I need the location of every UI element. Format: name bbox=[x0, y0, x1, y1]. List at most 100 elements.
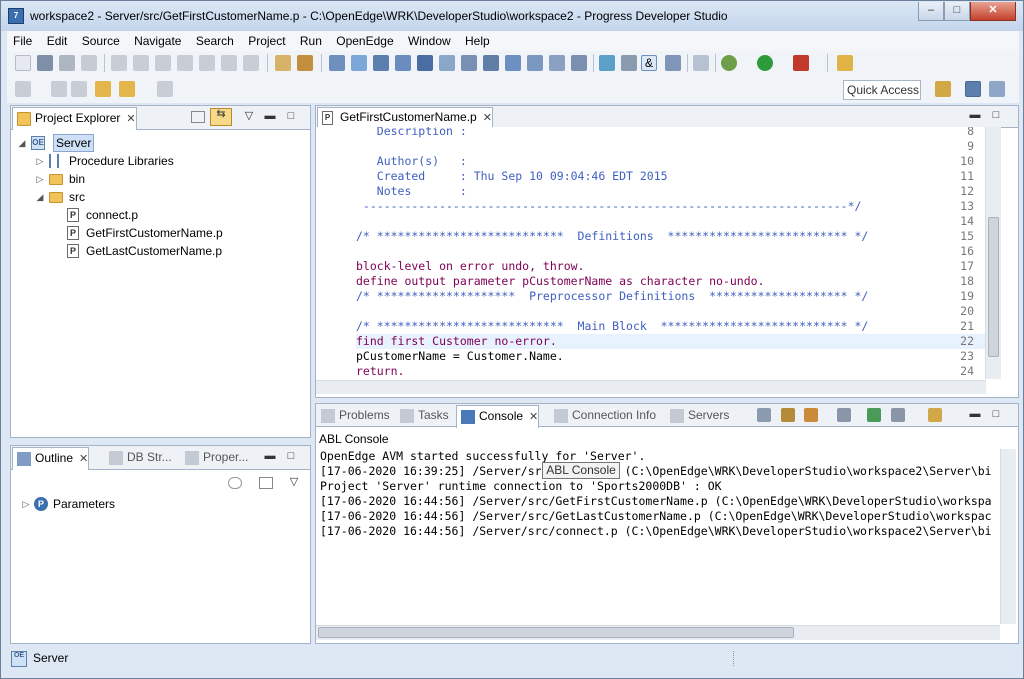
back-icon[interactable] bbox=[119, 81, 135, 97]
maximize-icon[interactable]: □ bbox=[989, 110, 1003, 122]
view-menu-icon[interactable]: ▽ bbox=[242, 111, 256, 123]
tab-outline[interactable]: Outline ✕ bbox=[12, 447, 90, 470]
menu-source[interactable]: Source bbox=[76, 31, 125, 48]
editor-vertical-scrollbar[interactable] bbox=[985, 127, 1001, 379]
menu-edit[interactable]: Edit bbox=[41, 31, 73, 48]
menu-search[interactable]: Search bbox=[190, 31, 239, 48]
maximize-icon[interactable]: □ bbox=[284, 451, 298, 463]
globe-icon[interactable] bbox=[549, 55, 565, 71]
expanded-icon[interactable]: ◢ bbox=[17, 134, 27, 152]
menu-run[interactable]: Run bbox=[294, 31, 327, 48]
console-vertical-scrollbar[interactable] bbox=[1000, 449, 1016, 624]
scrollbar-thumb[interactable] bbox=[988, 217, 999, 357]
minimize-icon[interactable]: ▬ bbox=[968, 110, 982, 122]
open-console-icon[interactable] bbox=[891, 408, 905, 422]
pin-console-icon[interactable] bbox=[837, 408, 851, 422]
menu-navigate[interactable]: Navigate bbox=[128, 31, 186, 48]
grid-icon[interactable] bbox=[329, 55, 345, 71]
debug-icon[interactable] bbox=[721, 55, 737, 71]
tree-node-procedure-libraries[interactable]: ▷ Procedure Libraries bbox=[35, 152, 195, 170]
pin-icon[interactable] bbox=[837, 55, 853, 71]
minimize-button[interactable]: – bbox=[918, 2, 944, 21]
print-icon[interactable] bbox=[81, 55, 97, 71]
view-menu-icon[interactable]: ▽ bbox=[287, 477, 301, 489]
external-tools-icon[interactable] bbox=[793, 55, 809, 71]
editor-horizontal-scrollbar[interactable] bbox=[316, 380, 986, 394]
code-editor[interactable]: 8 Description : 9 10 Author(s) : 11 Crea… bbox=[316, 127, 986, 379]
copy-icon[interactable] bbox=[665, 55, 681, 71]
cluster-icon[interactable] bbox=[571, 55, 587, 71]
collapse-all-icon[interactable] bbox=[191, 111, 205, 123]
tree-node-getfirstcustomername[interactable]: P GetFirstCustomerName.p bbox=[67, 224, 247, 242]
sql-icon[interactable] bbox=[439, 55, 455, 71]
tab-problems[interactable]: Problems bbox=[317, 405, 390, 428]
run-icon[interactable] bbox=[757, 55, 773, 71]
data-icon[interactable] bbox=[505, 55, 521, 71]
minimize-icon[interactable]: ▬ bbox=[263, 111, 277, 123]
menu-file[interactable]: File bbox=[7, 31, 37, 48]
save-icon[interactable] bbox=[37, 55, 53, 71]
tab-connection-info[interactable]: Connection Info bbox=[550, 405, 656, 428]
tree-node-server[interactable]: ◢ OE Server bbox=[17, 134, 127, 152]
quick-access-field[interactable]: Quick Access bbox=[843, 80, 921, 100]
sort-icon[interactable] bbox=[228, 477, 242, 489]
console-horizontal-scrollbar[interactable] bbox=[316, 625, 1000, 640]
tree-node-connect[interactable]: P connect.p bbox=[67, 206, 187, 224]
minimize-icon[interactable]: ▬ bbox=[263, 451, 277, 463]
prev-annotation-icon[interactable] bbox=[51, 81, 67, 97]
outline-item-parameters[interactable]: ▷ P Parameters bbox=[21, 495, 161, 513]
link-editor-icon[interactable]: ⇆ bbox=[210, 108, 232, 126]
new-icon[interactable] bbox=[15, 55, 31, 71]
close-icon[interactable]: ✕ bbox=[79, 453, 88, 465]
ampersand-icon[interactable]: & bbox=[641, 55, 657, 71]
terminate-icon[interactable] bbox=[155, 55, 171, 71]
table-icon[interactable] bbox=[483, 55, 499, 71]
close-icon[interactable]: ✕ bbox=[529, 411, 538, 423]
display-console-icon[interactable] bbox=[867, 408, 881, 422]
window-icon[interactable] bbox=[373, 55, 389, 71]
menu-project[interactable]: Project bbox=[242, 31, 290, 48]
report-icon[interactable] bbox=[417, 55, 433, 71]
save-all-icon[interactable] bbox=[59, 55, 75, 71]
next-annotation-icon[interactable] bbox=[15, 81, 31, 97]
step-into-icon[interactable] bbox=[199, 55, 215, 71]
tree-node-bin[interactable]: ▷ bin bbox=[35, 170, 115, 188]
open-perspective-icon[interactable] bbox=[935, 81, 951, 97]
close-window-button[interactable]: ✕ bbox=[970, 2, 1016, 21]
expanded-icon[interactable]: ◢ bbox=[35, 188, 45, 206]
layout-icon[interactable] bbox=[395, 55, 411, 71]
minimize-icon[interactable]: ▬ bbox=[968, 409, 982, 421]
query-icon[interactable] bbox=[527, 55, 543, 71]
title-bar[interactable]: 7 workspace2 - Server/src/GetFirstCustom… bbox=[1, 1, 1023, 31]
debug-resume-icon[interactable] bbox=[111, 55, 127, 71]
maximize-icon[interactable]: □ bbox=[284, 111, 298, 123]
scroll-lock-icon[interactable] bbox=[781, 408, 795, 422]
tree-node-getlastcustomername[interactable]: P GetLastCustomerName.p bbox=[67, 242, 247, 260]
step-return-icon[interactable] bbox=[243, 55, 259, 71]
menu-window[interactable]: Window bbox=[402, 31, 456, 48]
last-edit-icon[interactable] bbox=[71, 81, 87, 97]
menu-help[interactable]: Help bbox=[459, 31, 495, 48]
back-history-icon[interactable] bbox=[95, 81, 111, 97]
open-type-icon[interactable] bbox=[693, 55, 709, 71]
maximize-button[interactable]: □ bbox=[944, 2, 970, 21]
step-icon[interactable] bbox=[133, 55, 149, 71]
scrollbar-thumb[interactable] bbox=[318, 627, 794, 638]
forward-icon[interactable] bbox=[157, 81, 173, 97]
close-icon[interactable]: ✕ bbox=[483, 112, 492, 124]
tab-properties[interactable]: Proper... bbox=[181, 447, 248, 470]
openedge-perspective-icon[interactable] bbox=[965, 81, 981, 97]
tree-node-src[interactable]: ◢ src bbox=[35, 188, 115, 206]
word-wrap-icon[interactable] bbox=[804, 408, 818, 422]
tab-project-explorer[interactable]: Project Explorer ✕ bbox=[12, 107, 137, 130]
collapsed-icon[interactable]: ▷ bbox=[35, 152, 45, 170]
clear-console-icon[interactable] bbox=[757, 408, 771, 422]
format-icon[interactable] bbox=[275, 55, 291, 71]
tab-console[interactable]: Console ✕ bbox=[456, 405, 540, 428]
disconnect-icon[interactable] bbox=[177, 55, 193, 71]
menu-openedge[interactable]: OpenEdge bbox=[330, 31, 398, 48]
database-icon[interactable] bbox=[599, 55, 615, 71]
tab-servers[interactable]: Servers bbox=[666, 405, 729, 428]
database-perspective-icon[interactable] bbox=[989, 81, 1005, 97]
search-icon[interactable] bbox=[461, 55, 477, 71]
